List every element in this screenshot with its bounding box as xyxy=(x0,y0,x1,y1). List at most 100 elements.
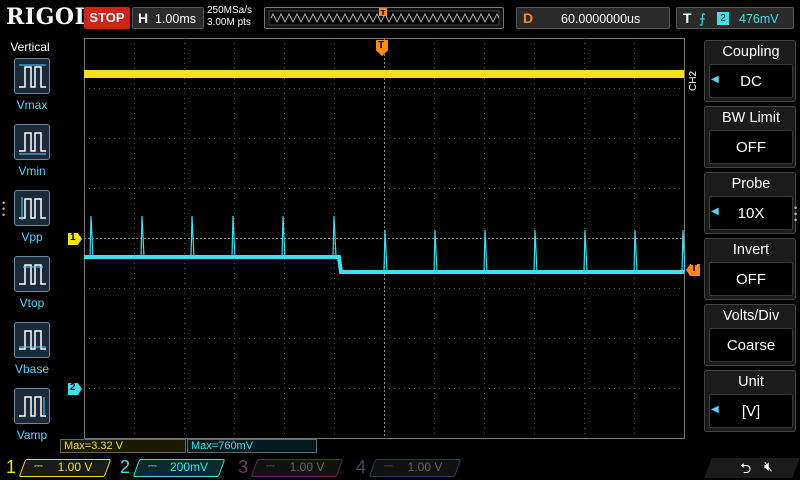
meas-label: Vmax xyxy=(16,98,48,112)
menu-value: Coarse xyxy=(709,328,793,362)
ch2-max-readout: Max=760mV xyxy=(187,439,317,453)
ch3-number: 3 xyxy=(238,457,249,477)
page-dots-icon: • • • xyxy=(2,198,6,220)
menu-value: OFF xyxy=(709,262,793,296)
ch2-spike xyxy=(332,215,337,258)
ch2-offset-marker[interactable]: 2 xyxy=(68,383,82,395)
delay-letter: D xyxy=(523,10,534,26)
dc-coupling-icon: ⎓ xyxy=(384,460,393,472)
ch1-offset-marker[interactable]: 1 xyxy=(68,233,82,245)
delay-value: 60.0000000us xyxy=(561,12,641,26)
menu-probe[interactable]: Probe 10X ◀ xyxy=(704,172,796,234)
system-icons-tray xyxy=(704,458,800,478)
meas-label: Vpp xyxy=(21,230,43,244)
waveform-display[interactable] xyxy=(84,38,685,439)
horizontal-timebase-box[interactable]: H 1.00ms xyxy=(132,7,204,29)
memory-waveform-overview[interactable]: T xyxy=(264,7,504,29)
meas-vmin-button[interactable]: Vmin xyxy=(12,124,52,184)
dc-coupling-icon: ⎓ xyxy=(266,460,275,472)
trigger-level: 476mV xyxy=(739,12,779,26)
menu-value: DC xyxy=(709,64,793,98)
meas-vpp-button[interactable]: Vpp xyxy=(12,190,52,250)
ch2-spike xyxy=(383,229,388,273)
left-arrow-icon: ◀ xyxy=(711,206,719,217)
menu-coupling[interactable]: Coupling DC ◀ xyxy=(704,40,796,102)
ch2-scale: 200mV xyxy=(169,460,209,474)
ch2-spike xyxy=(633,229,638,273)
ch4-number: 4 xyxy=(356,457,367,477)
ch2-spike xyxy=(231,215,236,258)
ch2-spike xyxy=(533,229,538,273)
meas-label: Vamp xyxy=(16,428,48,442)
rigol-logo: RIGOL xyxy=(6,4,91,30)
meas-vtop-button[interactable]: Vtop xyxy=(12,256,52,316)
svg-text:T: T xyxy=(381,9,386,17)
ch3-status[interactable]: 3 ⎓ 1.00 V xyxy=(232,456,344,480)
ch2-spike xyxy=(89,215,94,258)
graticule xyxy=(84,38,685,439)
meas-vbase-button[interactable]: Vbase xyxy=(12,322,52,382)
ch2-number: 2 xyxy=(120,457,131,477)
menu-invert[interactable]: Invert OFF xyxy=(704,238,796,300)
top-status-bar: RIGOL STOP H 1.00ms 250MSa/s 3.00M pts T… xyxy=(0,0,800,38)
ch1-trace xyxy=(84,70,684,78)
ch2-spike xyxy=(433,229,438,273)
trigger-level-marker[interactable]: T xyxy=(686,264,700,276)
ch4-status[interactable]: 4 ⎓ 1.00 V xyxy=(350,456,462,480)
ch1-marker-label: 1 xyxy=(70,232,76,243)
run-stop-badge[interactable]: STOP xyxy=(84,7,130,29)
ch2-status[interactable]: 2 ⎓ 200mV xyxy=(114,456,226,480)
sample-rate: 250MSa/s xyxy=(207,5,253,16)
menu-title: Volts/Div xyxy=(722,308,780,324)
meas-label: Vbase xyxy=(14,362,50,376)
trigger-position-label: T xyxy=(378,40,385,51)
menu-unit[interactable]: Unit [V] ◀ xyxy=(704,370,796,432)
measurement-panel: Vertical Vmax Vmin Vpp Vtop Vbase Vamp •… xyxy=(0,38,60,456)
trigger-source-badge: 2 xyxy=(717,12,729,25)
rising-edge-icon: ⨍ xyxy=(699,11,706,26)
dc-coupling-icon: ⎓ xyxy=(148,460,157,472)
meas-vamp-button[interactable]: Vamp xyxy=(12,388,52,448)
menu-title: Unit xyxy=(738,374,764,390)
vmax-icon xyxy=(14,58,50,94)
channel-menu: Coupling DC ◀ BW Limit OFF Probe 10X ◀ I… xyxy=(704,38,796,433)
left-arrow-icon: ◀ xyxy=(711,404,719,415)
acquisition-info: 250MSa/s 3.00M pts xyxy=(207,5,263,31)
trigger-box[interactable]: T ⨍ 2 476mV xyxy=(676,7,794,29)
menu-bw-limit[interactable]: BW Limit OFF xyxy=(704,106,796,168)
usb-icon: ⮌ xyxy=(740,460,752,476)
horizontal-letter: H xyxy=(138,10,149,26)
menu-page-dots-icon: • • • xyxy=(794,203,798,225)
ch1-status[interactable]: 1 ⎓ 1.00 V xyxy=(0,456,112,480)
meas-label: Vtop xyxy=(19,296,45,310)
vamp-icon xyxy=(14,388,50,424)
speaker-muted-icon: 🔇︎ xyxy=(764,458,773,474)
trigger-level-label: T xyxy=(691,263,698,274)
left-arrow-icon: ◀ xyxy=(711,74,719,85)
meas-vmax-button[interactable]: Vmax xyxy=(12,58,52,118)
ch2-spike xyxy=(281,215,286,258)
vbase-icon xyxy=(14,322,50,358)
ch1-max-readout: Max=3.32 V xyxy=(60,439,186,453)
measurement-category-title: Vertical xyxy=(10,40,50,54)
vtop-icon xyxy=(14,256,50,292)
menu-volts-div[interactable]: Volts/Div Coarse xyxy=(704,304,796,366)
menu-title: BW Limit xyxy=(722,110,780,126)
ch2-marker-label: 2 xyxy=(70,382,76,393)
menu-title: Invert xyxy=(732,242,770,258)
menu-channel-tag: CH2 xyxy=(688,71,699,92)
memory-overview-graphic: T xyxy=(268,8,500,26)
ch4-scale: 1.00 V xyxy=(407,460,443,474)
ch2-spike xyxy=(483,229,488,273)
ch2-spike xyxy=(583,229,588,273)
menu-title: Probe xyxy=(731,176,771,192)
ch2-spike xyxy=(140,215,145,258)
channel-status-bar: 1 ⎓ 1.00 V 2 ⎓ 200mV 3 ⎓ 1.00 V 4 ⎓ 1.00… xyxy=(0,456,800,480)
vmin-icon xyxy=(14,124,50,160)
vpp-icon xyxy=(14,190,50,226)
trigger-letter: T xyxy=(683,10,692,26)
timebase-value: 1.00ms xyxy=(155,12,196,26)
meas-label: Vmin xyxy=(18,164,46,178)
delay-box[interactable]: D 60.0000000us xyxy=(516,7,670,29)
memory-trigger-marker-icon: T xyxy=(379,8,387,17)
